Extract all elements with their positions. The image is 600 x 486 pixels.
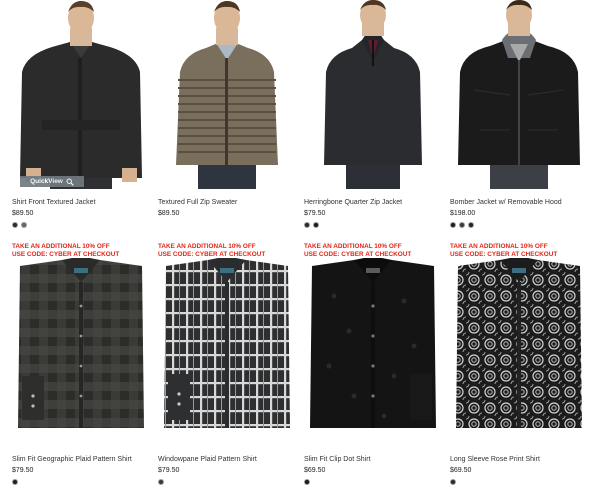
product-image-bomber-jacket[interactable] — [450, 0, 588, 189]
product-price: $89.50 — [158, 210, 180, 217]
product-price: $79.50 — [304, 210, 326, 217]
product-card[interactable]: QuickView Shirt Front Textured Jacket $8… — [12, 0, 150, 259]
color-swatches — [304, 479, 442, 486]
color-swatches — [12, 479, 150, 486]
color-swatch[interactable] — [450, 222, 456, 228]
color-swatch[interactable] — [468, 222, 474, 228]
color-swatch[interactable] — [304, 479, 310, 485]
product-grid: QuickView Shirt Front Textured Jacket $8… — [0, 0, 600, 485]
product-price: $89.50 — [12, 210, 34, 217]
product-card[interactable]: Bomber Jacket w/ Removable Hood $198.00 … — [450, 0, 588, 259]
quickview-label: QuickView — [30, 178, 63, 185]
product-name[interactable]: Herringbone Quarter Zip Jacket — [304, 198, 442, 207]
product-name[interactable]: Long Sleeve Rose Print Shirt — [450, 455, 588, 464]
product-name[interactable]: Bomber Jacket w/ Removable Hood — [450, 198, 588, 207]
promo-line-1: TAKE AN ADDITIONAL 10% OFF — [12, 243, 110, 250]
color-swatch[interactable] — [459, 222, 465, 228]
color-swatches — [12, 222, 150, 229]
product-card[interactable]: Textured Full Zip Sweater $89.50 TAKE AN… — [158, 0, 296, 259]
product-card[interactable]: Windowpane Plaid Pattern Shirt $79.50 — [158, 256, 296, 486]
color-swatches — [158, 479, 296, 486]
promo-line-1: TAKE AN ADDITIONAL 10% OFF — [158, 243, 256, 250]
product-price: $198.00 — [450, 210, 476, 217]
product-image-rose-print-shirt[interactable] — [450, 256, 588, 439]
product-price: $79.50 — [12, 467, 34, 474]
promo-line-1: TAKE AN ADDITIONAL 10% OFF — [304, 243, 402, 250]
color-swatches — [450, 222, 588, 229]
product-image-shirt-front-jacket[interactable]: QuickView — [12, 0, 150, 189]
product-card[interactable]: Long Sleeve Rose Print Shirt $69.50 — [450, 256, 588, 486]
color-swatch[interactable] — [158, 479, 164, 485]
product-name[interactable]: Textured Full Zip Sweater — [158, 198, 296, 207]
product-name[interactable]: Slim Fit Clip Dot Shirt — [304, 455, 442, 464]
product-card[interactable]: Slim Fit Geographic Plaid Pattern Shirt … — [12, 256, 150, 486]
product-image-geographic-plaid-shirt[interactable] — [12, 256, 150, 439]
product-price: $69.50 — [304, 467, 326, 474]
color-swatches — [158, 222, 296, 229]
product-image-zip-sweater[interactable] — [158, 0, 296, 189]
color-swatches — [304, 222, 442, 229]
color-swatch[interactable] — [304, 222, 310, 228]
product-price: $79.50 — [158, 467, 180, 474]
product-image-windowpane-shirt[interactable] — [158, 256, 296, 439]
color-swatch[interactable] — [12, 479, 18, 485]
promo-line-1: TAKE AN ADDITIONAL 10% OFF — [450, 243, 548, 250]
magnifier-icon — [66, 178, 74, 186]
color-swatch[interactable] — [450, 479, 456, 485]
product-card[interactable]: Slim Fit Clip Dot Shirt $69.50 — [304, 256, 442, 486]
color-swatch[interactable] — [12, 222, 18, 228]
quickview-button[interactable]: QuickView — [20, 176, 84, 187]
product-name[interactable]: Windowpane Plaid Pattern Shirt — [158, 455, 296, 464]
color-swatch[interactable] — [21, 222, 27, 228]
color-swatch[interactable] — [313, 222, 319, 228]
product-price: $69.50 — [450, 467, 472, 474]
product-name[interactable]: Slim Fit Geographic Plaid Pattern Shirt — [12, 455, 150, 464]
product-card[interactable]: Herringbone Quarter Zip Jacket $79.50 TA… — [304, 0, 442, 259]
product-image-quarter-zip[interactable] — [304, 0, 442, 189]
color-swatches — [450, 479, 588, 486]
product-image-clip-dot-shirt[interactable] — [304, 256, 442, 439]
product-name[interactable]: Shirt Front Textured Jacket — [12, 198, 150, 207]
